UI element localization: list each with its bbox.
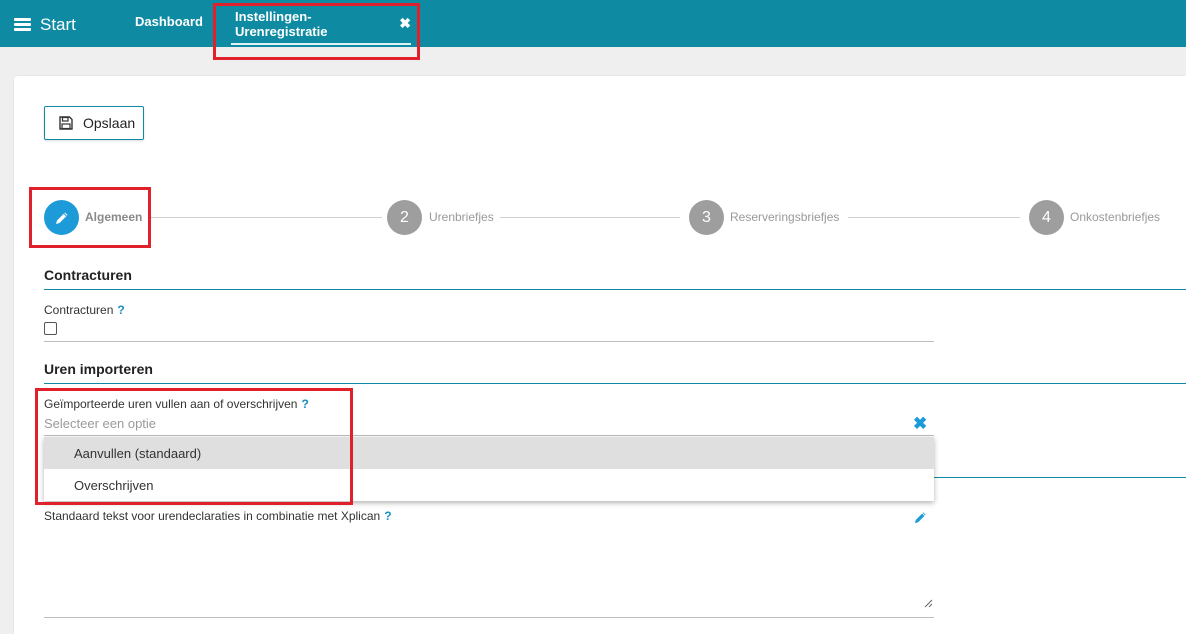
contracturen-checkbox[interactable] [44,322,57,335]
import-mode-select[interactable]: Selecteer een optie [44,416,156,431]
active-tab-indicator [231,43,411,45]
tab-dashboard[interactable]: Dashboard [135,0,203,45]
hamburger-icon [14,18,31,32]
step-1-circle[interactable] [44,200,79,235]
save-button-label: Opslaan [83,115,136,131]
save-button[interactable]: Opslaan [44,106,144,140]
help-icon[interactable]: ? [117,303,124,317]
dropdown-option-aanvullen[interactable]: Aanvullen (standaard) [44,437,934,469]
pencil-icon [55,212,67,224]
top-navbar: Start Dashboard Instellingen-Urenregistr… [0,0,1186,47]
select-underline [44,435,934,436]
section-divider [44,289,1186,290]
pencil-icon[interactable] [913,510,928,530]
help-icon[interactable]: ? [384,509,391,523]
section-title-contracturen: Contracturen [44,267,132,283]
field-underline [44,617,934,618]
menu-button[interactable]: Start [14,14,104,36]
import-mode-dropdown: Aanvullen (standaard) Overschrijven [44,437,934,501]
tab-dashboard-label: Dashboard [135,14,203,29]
stepper-connector [848,217,1020,218]
default-text-field-label: Standaard tekst voor urendeclaraties in … [44,509,392,523]
step-4-label[interactable]: Onkostenbriefjes [1070,210,1160,224]
tab-instellingen-urenregistratie[interactable]: Instellingen-Urenregistratie ✖ [223,0,411,47]
step-1-label[interactable]: Algemeen [85,210,142,224]
default-text-textarea[interactable] [44,530,934,610]
field-underline [44,341,934,342]
start-label: Start [40,15,76,34]
close-icon[interactable]: ✖ [399,15,411,32]
default-text-label-text: Standaard tekst voor urendeclaraties in … [44,509,381,523]
section-title-uren-importeren: Uren importeren [44,361,153,377]
contracturen-field-label: Contracturen? [44,303,125,317]
stepper-connector [150,217,382,218]
step-3-label[interactable]: Reserveringsbriefjes [730,210,839,224]
clear-selection-icon[interactable]: ✖ [913,414,927,434]
step-3-circle[interactable]: 3 [689,200,724,235]
resize-handle-icon[interactable] [923,598,933,608]
step-2-label[interactable]: Urenbriefjes [429,210,494,224]
contracturen-label-text: Contracturen [44,303,114,317]
stepper-connector [500,217,680,218]
step-2-circle[interactable]: 2 [387,200,422,235]
step-4-circle[interactable]: 4 [1029,200,1064,235]
dropdown-option-overschrijven[interactable]: Overschrijven [44,469,934,501]
tab-settings-label: Instellingen-Urenregistratie [235,8,328,39]
floppy-disk-icon [59,116,73,130]
section-divider [44,383,1186,384]
import-mode-field-label: Geïmporteerde uren vullen aan of oversch… [44,397,309,411]
help-icon[interactable]: ? [301,397,308,411]
import-mode-label-text: Geïmporteerde uren vullen aan of oversch… [44,397,298,411]
